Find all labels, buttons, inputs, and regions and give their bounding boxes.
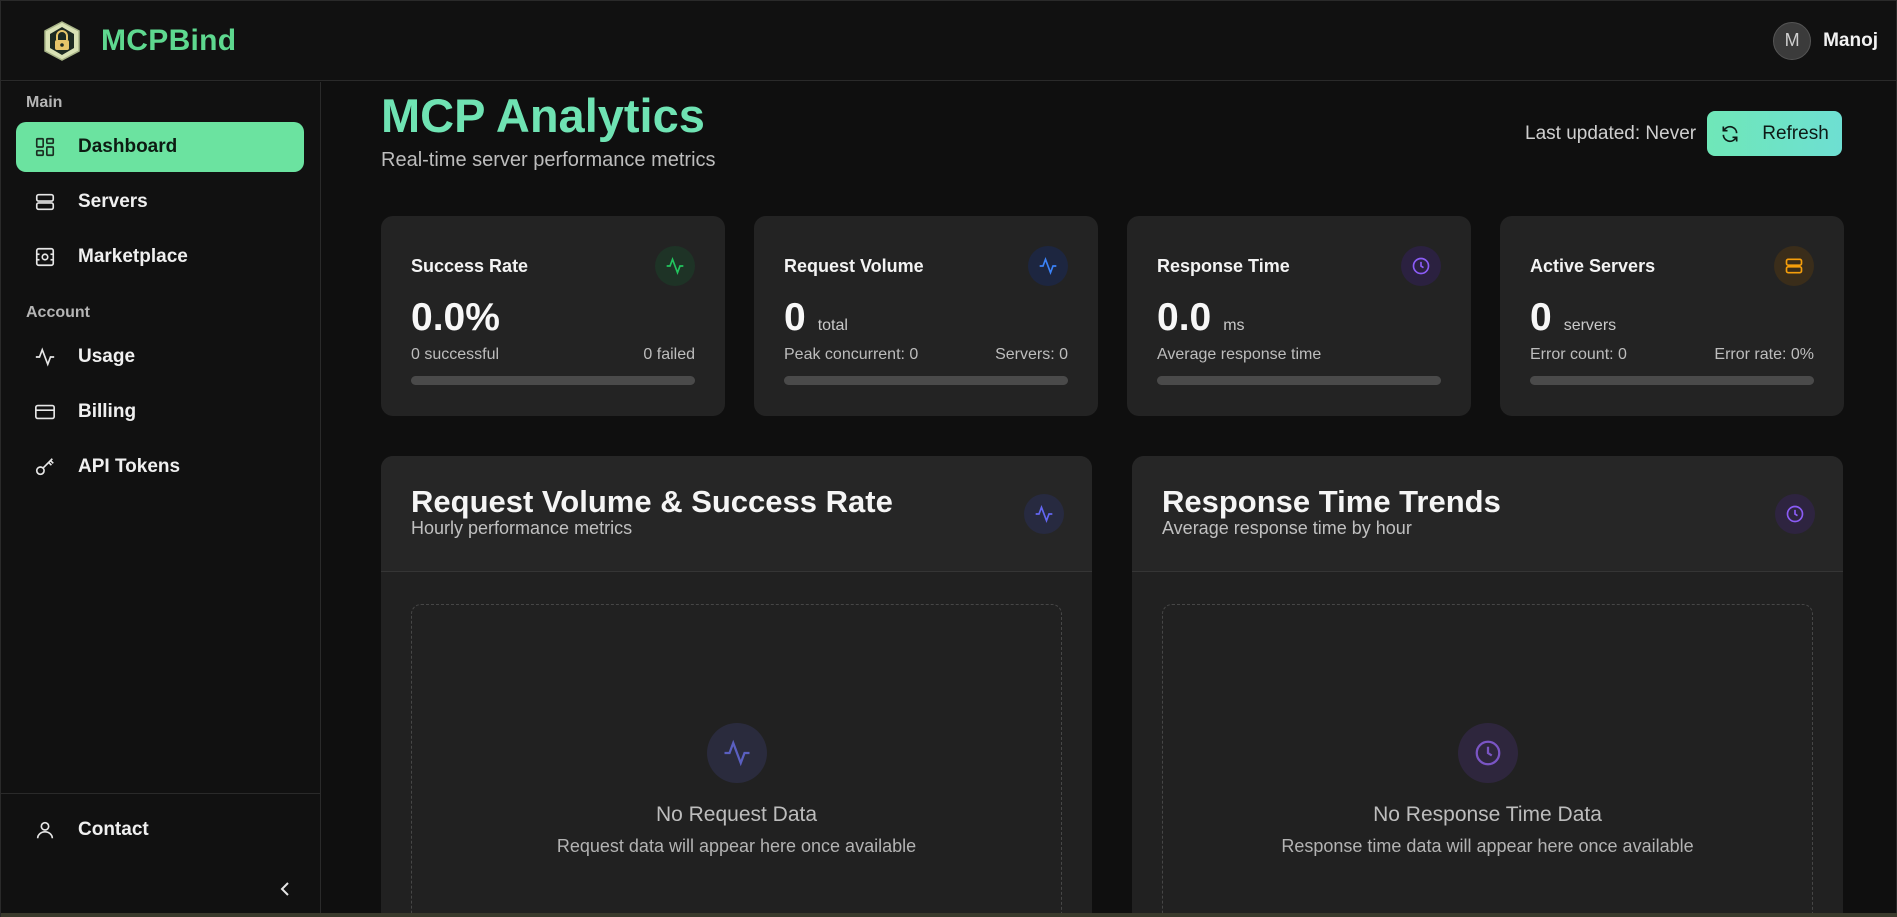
panel-header: Response Time Trends Average response ti…: [1132, 456, 1843, 572]
stat-footer: 0 successful 0 failed: [411, 346, 695, 364]
sidebar-item-label: Contact: [78, 819, 149, 840]
stat-value: 0 servers: [1530, 296, 1616, 340]
progress-bar: [1530, 376, 1814, 385]
sidebar-item-label: Usage: [78, 346, 136, 367]
clock-icon: [1775, 494, 1815, 534]
refresh-icon: [1722, 125, 1738, 142]
brand[interactable]: MCPBind: [41, 20, 236, 62]
page-subtitle: Real-time server performance metrics: [381, 149, 716, 171]
sidebar-item-dashboard[interactable]: Dashboard: [16, 122, 304, 172]
stat-footer: Error count: 0 Error rate: 0%: [1530, 346, 1814, 364]
top-bar: MCPBind M Manoj: [1, 1, 1896, 81]
stat-unit: servers: [1563, 317, 1617, 334]
progress-bar: [784, 376, 1068, 385]
stat-footer-left: Peak concurrent: 0: [784, 346, 919, 363]
progress-bar: [1157, 376, 1441, 385]
progress-bar: [411, 376, 695, 385]
panel-subtitle: Average response time by hour: [1162, 518, 1412, 538]
stat-footer-right: Error rate: 0%: [1714, 346, 1814, 363]
sidebar-section-main: Main: [26, 94, 63, 111]
bottom-strip: [1, 913, 1897, 917]
empty-state: No Response Time Data Response time data…: [1162, 604, 1813, 917]
panel-subtitle: Hourly performance metrics: [411, 518, 633, 538]
sidebar-item-servers[interactable]: Servers: [16, 177, 304, 227]
stat-title: Active Servers: [1530, 256, 1656, 276]
stat-card-active-servers: Active Servers 0 servers Error count: 0 E…: [1500, 216, 1844, 416]
stat-value: 0.0 ms: [1157, 296, 1245, 340]
empty-subtitle: Request data will appear here once avail…: [556, 836, 917, 856]
panel-response-time: Response Time Trends Average response ti…: [1132, 456, 1843, 917]
stat-title: Request Volume: [784, 256, 924, 276]
sidebar-section-account: Account: [26, 304, 90, 321]
sidebar-item-api-tokens[interactable]: API Tokens: [16, 442, 304, 492]
stat-number: 0: [1530, 296, 1552, 339]
empty-title: No Request Data: [655, 803, 818, 826]
app-window: MCPBind M Manoj Main Dashboard Servers M…: [0, 0, 1897, 917]
last-updated: Last updated: Never: [1525, 123, 1697, 144]
sidebar-item-contact[interactable]: Contact: [16, 805, 304, 855]
stat-footer-right: Servers: 0: [995, 346, 1068, 363]
avatar[interactable]: M: [1773, 21, 1812, 60]
dashboard-icon: [35, 137, 55, 157]
chevron-left-icon[interactable]: [273, 877, 297, 901]
sidebar: Main Dashboard Servers Marketplace Accou…: [1, 82, 321, 917]
stat-footer-left: Error count: 0: [1530, 346, 1627, 363]
stat-unit: total: [817, 317, 848, 334]
servers-icon: [35, 193, 55, 211]
stat-footer: Peak concurrent: 0 Servers: 0: [784, 346, 1068, 364]
stat-number: 0.0: [1157, 296, 1212, 339]
sidebar-item-label: API Tokens: [78, 456, 181, 477]
user-name[interactable]: Manoj: [1823, 30, 1878, 52]
refresh-label: Refresh: [1762, 122, 1829, 144]
panel-title: Request Volume & Success Rate: [411, 484, 893, 519]
sidebar-item-usage[interactable]: Usage: [16, 332, 304, 382]
sidebar-item-label: Marketplace: [78, 246, 188, 267]
stat-footer: Average response time: [1157, 346, 1441, 364]
stat-card-request-volume: Request Volume 0 total Peak concurrent: 0…: [754, 216, 1098, 416]
servers-icon: [1774, 246, 1814, 286]
stat-value: 0 total: [784, 296, 848, 340]
sidebar-item-label: Billing: [78, 401, 137, 422]
stat-footer-left: 0 successful: [411, 346, 500, 363]
sidebar-item-billing[interactable]: Billing: [16, 387, 304, 437]
activity-icon: [35, 347, 55, 367]
empty-state: No Request Data Request data will appear…: [411, 604, 1062, 917]
stat-unit: ms: [1223, 317, 1245, 334]
page-title: MCP Analytics: [381, 89, 705, 142]
empty-subtitle: Response time data will appear here once…: [1281, 836, 1694, 856]
stat-number: 0: [784, 296, 806, 339]
panel-header: Request Volume & Success Rate Hourly per…: [381, 456, 1092, 572]
sidebar-divider: [1, 793, 320, 794]
brand-name: MCPBind: [101, 23, 237, 57]
stat-value: 0.0%: [411, 296, 500, 340]
refresh-button[interactable]: Refresh: [1707, 111, 1842, 156]
user-icon: [36, 821, 54, 839]
lock-logo-icon: [44, 20, 80, 61]
sidebar-item-label: Servers: [78, 191, 148, 212]
credit-card-icon: [35, 404, 55, 420]
stat-footer-right: 0 failed: [643, 346, 695, 363]
main-content: MCP Analytics Real-time server performan…: [322, 82, 1897, 917]
activity-icon: [1028, 246, 1068, 286]
stat-footer-left: Average response time: [1157, 346, 1322, 363]
stat-number: 0.0%: [411, 296, 500, 339]
panel-title: Response Time Trends: [1162, 484, 1501, 519]
key-icon: [35, 458, 54, 476]
clock-icon: [1458, 723, 1518, 783]
empty-title: No Response Time Data: [1373, 803, 1602, 826]
user-menu[interactable]: M Manoj: [1773, 21, 1878, 60]
sidebar-item-label: Dashboard: [78, 136, 178, 157]
sidebar-item-marketplace[interactable]: Marketplace: [16, 232, 304, 282]
stat-title: Response Time: [1157, 256, 1290, 276]
activity-icon: [707, 723, 767, 783]
stat-card-response-time: Response Time 0.0 ms Average response tim…: [1127, 216, 1471, 416]
stat-card-success-rate: Success Rate 0.0% 0 successful 0 failed: [381, 216, 725, 416]
stat-title: Success Rate: [411, 256, 529, 276]
marketplace-icon: [35, 247, 55, 267]
activity-icon: [1024, 494, 1064, 534]
clock-icon: [1401, 246, 1441, 286]
activity-icon: [655, 246, 695, 286]
panel-request-volume: Request Volume & Success Rate Hourly per…: [381, 456, 1092, 917]
